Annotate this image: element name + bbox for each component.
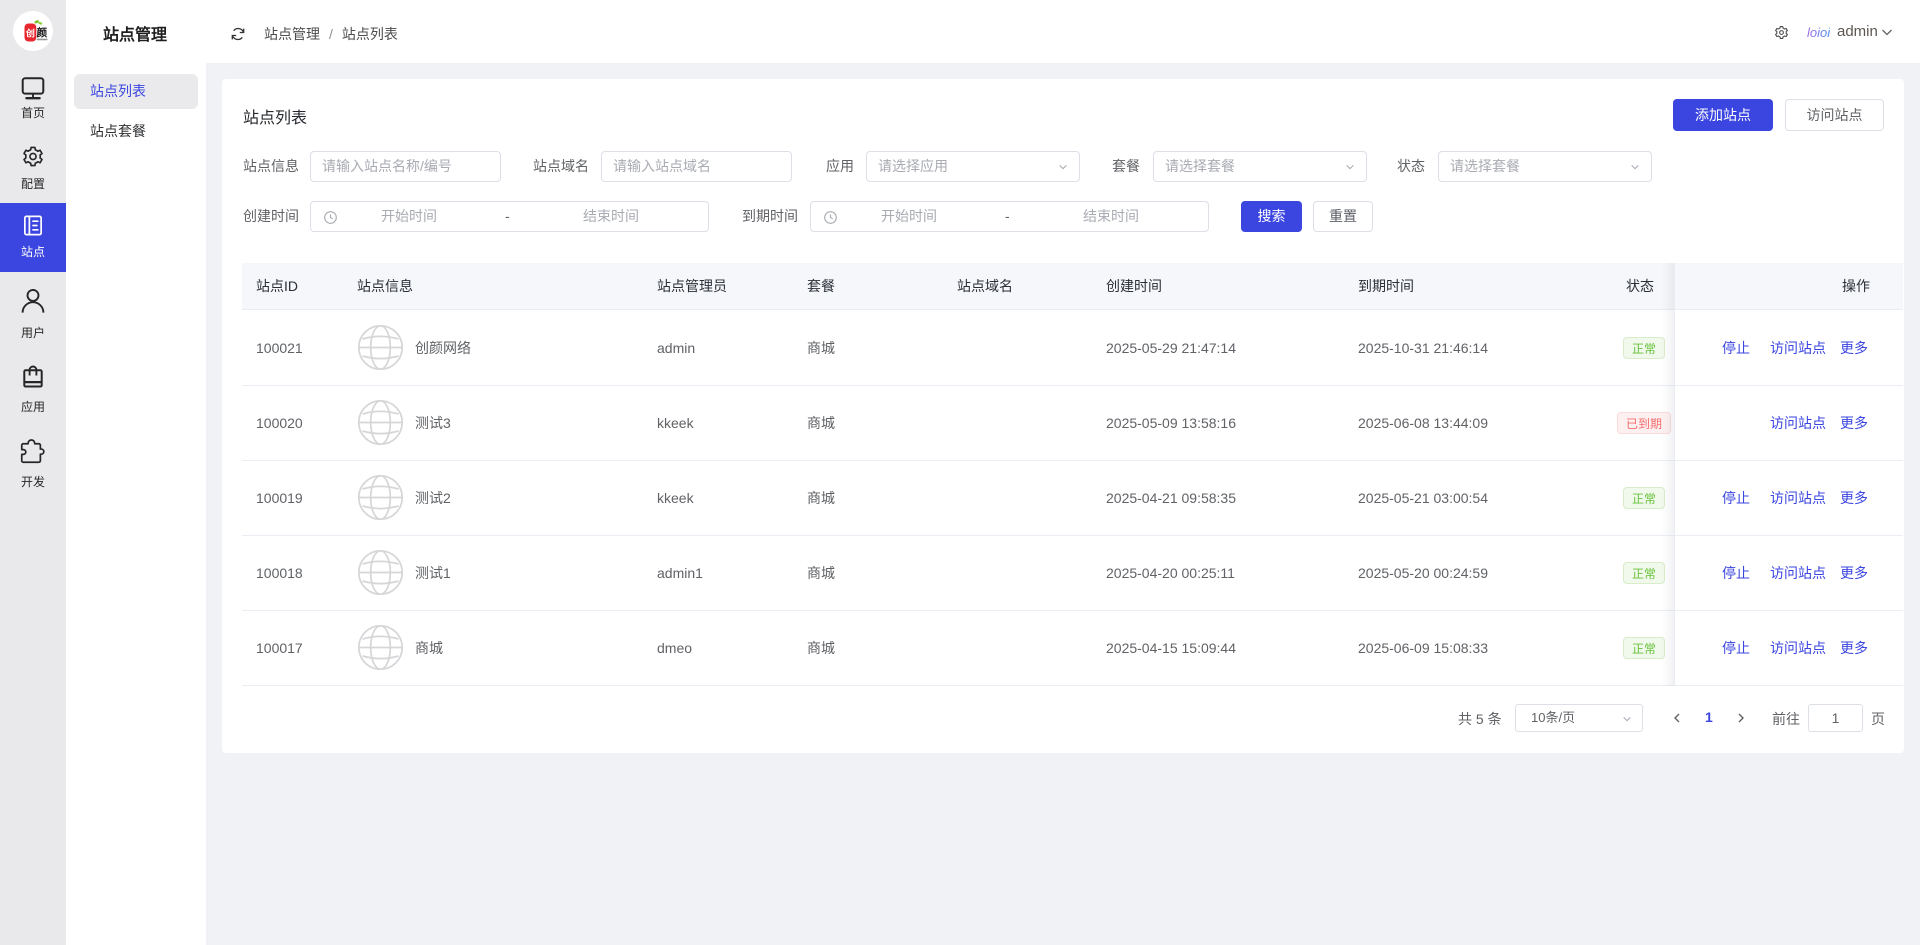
svg-text:颜: 颜 — [37, 26, 48, 39]
svg-text:创: 创 — [25, 28, 35, 39]
